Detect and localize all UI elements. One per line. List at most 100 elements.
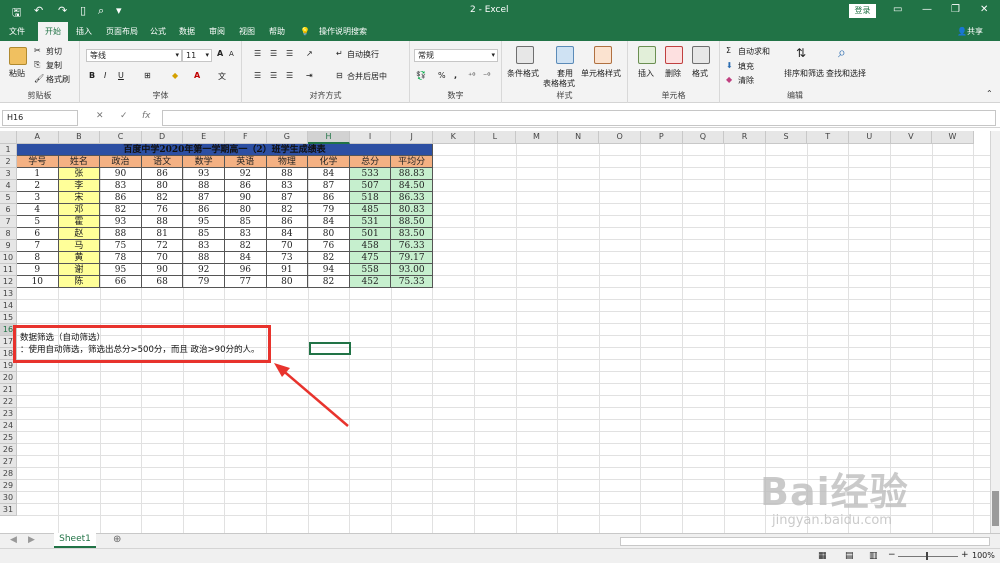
table-cell[interactable]: 95 — [183, 216, 225, 228]
font-size-select[interactable]: 11 ▾ — [182, 49, 212, 62]
next-sheet-icon[interactable]: ▶ — [28, 535, 35, 545]
table-cell[interactable]: 75 — [100, 240, 142, 252]
paste-icon[interactable] — [9, 47, 27, 65]
select-all-corner[interactable] — [0, 131, 17, 144]
cut-icon[interactable]: ✂ — [34, 46, 41, 55]
row-header-21[interactable]: 21 — [0, 384, 17, 396]
table-header-cell[interactable]: 政治 — [100, 156, 142, 168]
table-cell[interactable]: 87 — [266, 192, 309, 204]
cut-button[interactable]: 剪切 — [46, 46, 62, 57]
column-header-w[interactable]: W — [932, 131, 974, 144]
new-file-icon[interactable]: ▯ — [80, 4, 86, 17]
tab-home[interactable]: 开始 — [38, 22, 68, 41]
table-cell[interactable]: 70 — [141, 252, 184, 264]
table-cell[interactable]: 94 — [308, 264, 350, 276]
row-header-9[interactable]: 9 — [0, 240, 17, 252]
table-cell[interactable]: 93.00 — [391, 264, 433, 276]
format-painter-button[interactable]: 格式刷 — [46, 74, 70, 85]
normal-view-icon[interactable]: ▦ — [818, 551, 827, 561]
vertical-scroll-thumb[interactable] — [992, 491, 999, 526]
italic-button[interactable]: I — [104, 71, 106, 80]
table-cell[interactable]: 90 — [100, 168, 142, 180]
table-cell[interactable]: 92 — [183, 264, 225, 276]
column-header-t[interactable]: T — [807, 131, 849, 144]
table-cell[interactable]: 72 — [141, 240, 184, 252]
fill-color-icon[interactable]: ◆ — [172, 71, 178, 80]
phonetic-icon[interactable]: 文 — [218, 71, 226, 82]
table-cell[interactable]: 1 — [17, 168, 59, 180]
table-cell[interactable]: 84.50 — [391, 180, 433, 192]
cancel-icon[interactable]: ✕ — [96, 111, 104, 121]
ribbon-display-icon[interactable]: ▭ — [893, 4, 902, 15]
table-cell[interactable]: 82 — [308, 252, 350, 264]
column-header-f[interactable]: F — [225, 131, 267, 144]
table-cell[interactable]: 90 — [141, 264, 184, 276]
close-icon[interactable]: ✕ — [980, 4, 988, 15]
column-header-i[interactable]: I — [349, 131, 392, 144]
table-cell[interactable]: 80 — [308, 228, 350, 240]
table-cell[interactable]: 88 — [100, 228, 142, 240]
column-header-j[interactable]: J — [391, 131, 433, 144]
table-cell[interactable]: 95 — [100, 264, 142, 276]
table-cell[interactable]: 76 — [308, 240, 350, 252]
table-cell[interactable]: 黄 — [58, 252, 101, 264]
merge-center-icon[interactable]: ⊟ — [336, 71, 343, 80]
table-cell[interactable]: 83 — [225, 228, 267, 240]
zoom-out-icon[interactable]: − — [888, 550, 896, 560]
table-cell[interactable]: 475 — [349, 252, 392, 264]
column-header-k[interactable]: K — [433, 131, 475, 144]
table-cell[interactable]: 70 — [266, 240, 309, 252]
table-cell[interactable]: 86.33 — [391, 192, 433, 204]
row-header-14[interactable]: 14 — [0, 300, 17, 312]
table-cell[interactable]: 507 — [349, 180, 392, 192]
row-header-2[interactable]: 2 — [0, 156, 17, 168]
table-cell[interactable]: 93 — [100, 216, 142, 228]
table-cell[interactable]: 陈 — [58, 276, 101, 288]
undo-icon[interactable]: ↶ — [34, 4, 43, 17]
column-header-h[interactable]: H — [308, 131, 350, 144]
tell-me-search[interactable]: 操作说明搜索 — [315, 22, 371, 41]
format-painter-icon[interactable]: 🖌 — [34, 74, 44, 83]
row-header-1[interactable]: 1 — [0, 144, 17, 156]
table-cell[interactable]: 75.33 — [391, 276, 433, 288]
orientation-icon[interactable]: ↗ — [306, 49, 313, 58]
name-box[interactable]: H16 — [2, 110, 78, 126]
add-sheet-icon[interactable]: ⊕ — [113, 534, 121, 545]
currency-icon[interactable]: 💱 — [416, 71, 426, 80]
tab-insert[interactable]: 插入 — [72, 22, 96, 41]
column-header-g[interactable]: G — [266, 131, 309, 144]
table-header-cell[interactable]: 平均分 — [391, 156, 433, 168]
row-header-27[interactable]: 27 — [0, 456, 17, 468]
table-cell[interactable]: 76.33 — [391, 240, 433, 252]
active-cell[interactable] — [309, 342, 351, 355]
shrink-font-button[interactable]: A — [229, 50, 234, 58]
table-cell[interactable]: 82 — [100, 204, 142, 216]
table-cell[interactable]: 80 — [266, 276, 309, 288]
row-header-10[interactable]: 10 — [0, 252, 17, 264]
format-cells-icon[interactable] — [692, 46, 710, 64]
row-header-29[interactable]: 29 — [0, 480, 17, 492]
minimize-icon[interactable]: — — [922, 4, 932, 15]
table-cell[interactable]: 86 — [100, 192, 142, 204]
tab-view[interactable]: 视图 — [236, 22, 258, 41]
tab-review[interactable]: 审阅 — [206, 22, 228, 41]
page-break-view-icon[interactable]: ▥ — [869, 551, 878, 561]
table-cell[interactable]: 88.83 — [391, 168, 433, 180]
row-header-13[interactable]: 13 — [0, 288, 17, 300]
table-cell[interactable]: 86 — [308, 192, 350, 204]
borders-icon[interactable]: ⊞ — [144, 71, 151, 80]
table-cell[interactable]: 马 — [58, 240, 101, 252]
table-cell[interactable]: 88 — [183, 180, 225, 192]
tab-data[interactable]: 数据 — [176, 22, 198, 41]
table-cell[interactable]: 83 — [266, 180, 309, 192]
table-cell[interactable]: 84 — [308, 168, 350, 180]
table-cell[interactable]: 485 — [349, 204, 392, 216]
table-cell[interactable]: 宋 — [58, 192, 101, 204]
table-cell[interactable]: 10 — [17, 276, 59, 288]
fill-button[interactable]: 填充 — [738, 61, 754, 72]
number-format-select[interactable]: 常规 ▾ — [414, 49, 498, 62]
table-header-cell[interactable]: 化学 — [308, 156, 350, 168]
table-cell[interactable]: 3 — [17, 192, 59, 204]
table-cell[interactable]: 558 — [349, 264, 392, 276]
table-cell[interactable]: 531 — [349, 216, 392, 228]
